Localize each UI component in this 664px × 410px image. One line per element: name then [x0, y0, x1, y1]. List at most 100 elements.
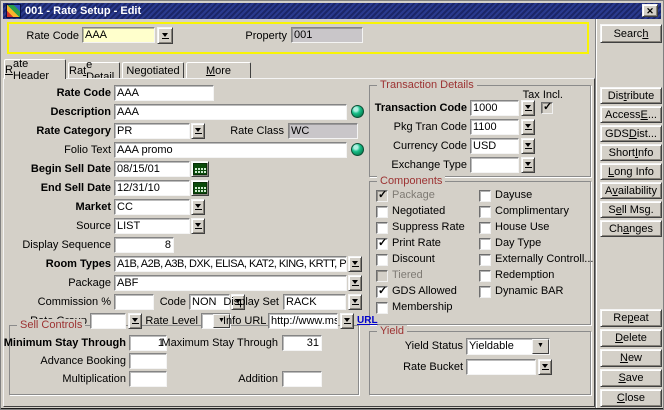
checkbox-box — [376, 206, 388, 218]
commission-pct-input[interactable] — [114, 294, 154, 310]
package-lov-button[interactable] — [348, 275, 362, 291]
delete-button[interactable]: Delete — [600, 329, 662, 347]
checkbox-discount[interactable]: Discount — [376, 253, 435, 266]
url-link[interactable]: URL — [357, 315, 378, 326]
room-types-input[interactable]: A1B, A2B, A3B, DXK, ELISA, KAT2, KING, K… — [114, 256, 347, 272]
short-info-button[interactable]: Short Info — [600, 144, 662, 161]
calendar-icon — [193, 163, 207, 175]
tab-rate-header[interactable]: Rate Header — [4, 59, 66, 79]
availability-button[interactable]: Availability — [600, 182, 662, 199]
globe-icon[interactable] — [351, 105, 364, 118]
checkbox-label: Membership — [392, 301, 453, 314]
display-set-input[interactable]: RACK — [283, 294, 346, 310]
end-sell-date-input[interactable]: 12/31/10 — [114, 180, 190, 196]
header-rate-code-label: Rate Code — [25, 28, 79, 44]
repeat-button[interactable]: Repeat — [600, 309, 662, 327]
checkbox-externally-controlled[interactable]: Externally Controll... — [479, 253, 593, 266]
description-input[interactable]: AAA — [114, 104, 347, 120]
globe-icon[interactable] — [351, 143, 364, 156]
rate-bucket-input[interactable] — [466, 359, 536, 375]
close-icon[interactable]: ✕ — [642, 4, 658, 17]
checkbox-box — [479, 270, 491, 282]
maximum-stay-input[interactable]: 31 — [282, 335, 322, 351]
long-info-button[interactable]: Long Info — [600, 163, 662, 180]
checkbox-box — [376, 286, 388, 298]
currency-code-input[interactable]: USD — [470, 138, 519, 154]
commission-pct-label: Commission % — [1, 294, 111, 310]
close-button[interactable]: Close — [600, 389, 662, 407]
window-title: 001 - Rate Setup - Edit — [25, 5, 141, 17]
search-button[interactable]: Search — [600, 24, 662, 43]
addition-input[interactable] — [282, 371, 322, 387]
rate-bucket-lov-button[interactable] — [538, 359, 552, 375]
checkbox-package[interactable]: Package — [376, 189, 435, 202]
dropdown-arrow-icon — [195, 204, 201, 208]
rate-group-input[interactable] — [90, 313, 126, 329]
rate-category-input[interactable]: PR — [114, 123, 190, 139]
room-types-lov-button[interactable] — [348, 256, 362, 272]
checkbox-gds-allowed[interactable]: GDS Allowed — [376, 285, 457, 298]
package-input[interactable]: ABF — [114, 275, 347, 291]
multiplication-label: Multiplication — [1, 371, 126, 387]
checkbox-complimentary[interactable]: Complimentary — [479, 205, 569, 218]
transaction-code-label: Transaction Code — [371, 100, 467, 116]
checkbox-negotiated[interactable]: Negotiated — [376, 205, 445, 218]
tax-incl-checkbox[interactable] — [541, 101, 553, 114]
tab-more[interactable]: More — [186, 62, 251, 78]
pkg-tran-code-lov-button[interactable] — [521, 119, 535, 135]
transaction-code-input[interactable]: 1000 — [470, 100, 519, 116]
exchange-type-input[interactable] — [470, 157, 519, 173]
header-rate-code-lov-button[interactable] — [157, 27, 173, 44]
access-exclusion-button[interactable]: Access E... — [600, 106, 662, 123]
pkg-tran-code-input[interactable]: 1100 — [470, 119, 519, 135]
gds-distribute-button[interactable]: GDS Dist... — [600, 125, 662, 142]
checkbox-label: Tiered — [392, 269, 423, 282]
checkbox-label: Negotiated — [392, 205, 445, 218]
exchange-type-lov-button[interactable] — [521, 157, 535, 173]
folio-text-input[interactable]: AAA promo — [114, 142, 347, 158]
save-button[interactable]: Save — [600, 369, 662, 387]
rate-code-input[interactable]: AAA — [114, 85, 214, 101]
chevron-down-icon[interactable]: ▼ — [532, 339, 549, 354]
checkbox-dynamic-bar[interactable]: Dynamic BAR — [479, 285, 563, 298]
checkbox-tiered[interactable]: Tiered — [376, 269, 423, 282]
display-sequence-input[interactable]: 8 — [114, 237, 174, 253]
distribute-button[interactable]: Distribute — [600, 87, 662, 104]
changes-button[interactable]: Changes — [600, 220, 662, 237]
begin-sell-date-input[interactable]: 08/15/01 — [114, 161, 190, 177]
tab-rate-detail[interactable]: Rate Detail — [68, 62, 120, 78]
tab-negotiated[interactable]: Negotiated — [122, 62, 184, 78]
addition-label: Addition — [151, 371, 278, 387]
checkbox-redemption[interactable]: Redemption — [479, 269, 554, 282]
market-lov-button[interactable] — [191, 199, 205, 215]
transaction-code-lov-button[interactable] — [521, 100, 535, 116]
advance-booking-input[interactable] — [129, 353, 167, 369]
checkbox-house-use[interactable]: House Use — [479, 221, 549, 234]
checkbox-print-rate[interactable]: Print Rate — [376, 237, 441, 250]
rate-group-lov-button[interactable] — [128, 313, 142, 329]
yield-status-combobox[interactable]: Yieldable ▼ — [466, 338, 550, 355]
info-url-lov-button[interactable] — [340, 313, 354, 329]
info-url-label: Info URL — [223, 313, 264, 329]
source-input[interactable]: LIST — [114, 218, 190, 234]
sell-msg-button[interactable]: Sell Msg. — [600, 201, 662, 218]
source-lov-button[interactable] — [191, 218, 205, 234]
yield-status-label: Yield Status — [369, 338, 463, 354]
checkbox-box — [376, 222, 388, 234]
dropdown-arrow-icon — [525, 143, 531, 147]
new-button[interactable]: New — [600, 349, 662, 367]
display-set-lov-button[interactable] — [348, 294, 362, 310]
begin-sell-date-label: Begin Sell Date — [1, 161, 111, 177]
checkbox-dayuse[interactable]: Dayuse — [479, 189, 532, 202]
checkbox-membership[interactable]: Membership — [376, 301, 453, 314]
info-url-input[interactable]: http://www.ms — [268, 313, 338, 329]
checkbox-day-type[interactable]: Day Type — [479, 237, 541, 250]
checkbox-suppress-rate[interactable]: Suppress Rate — [376, 221, 465, 234]
currency-code-lov-button[interactable] — [521, 138, 535, 154]
begin-date-calendar-button[interactable] — [191, 161, 209, 177]
market-input[interactable]: CC — [114, 199, 190, 215]
property-field: 001 — [291, 27, 363, 43]
yield-title: Yield — [377, 325, 407, 338]
end-date-calendar-button[interactable] — [191, 180, 209, 196]
header-rate-code-input[interactable]: AAA — [82, 27, 155, 43]
